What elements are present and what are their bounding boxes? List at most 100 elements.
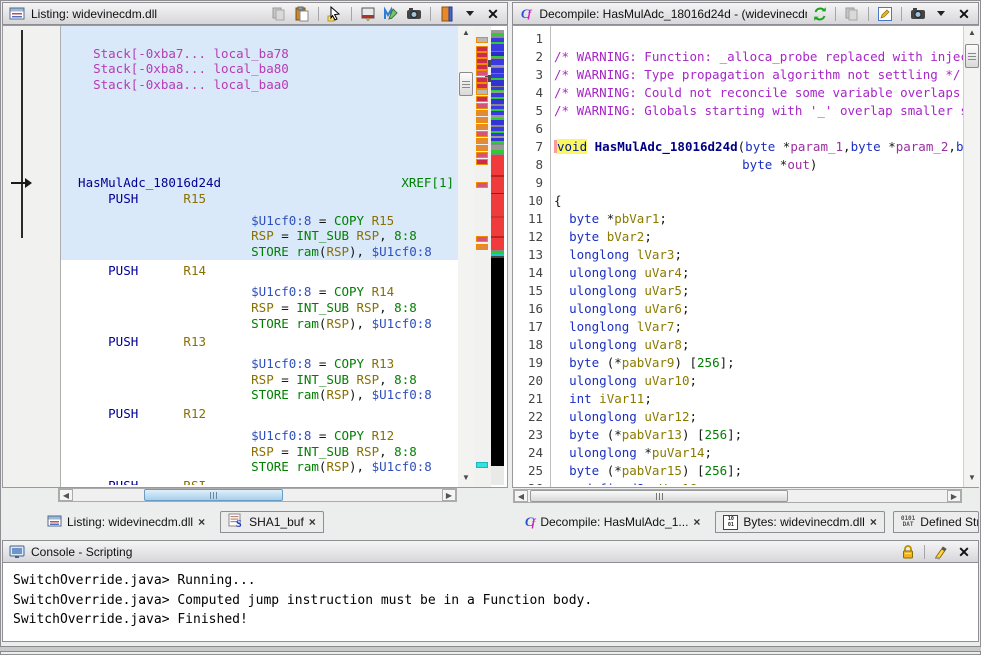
- listing-line[interactable]: Stack[-0xbaa... local_baa0: [61, 77, 458, 93]
- tab-close-icon[interactable]: ×: [870, 516, 877, 528]
- decompile-line[interactable]: 10{: [513, 192, 963, 210]
- listing-line[interactable]: $U1cf0:8 = COPY R13: [61, 356, 458, 372]
- copy-icon[interactable]: [843, 5, 861, 23]
- bookmark-marker[interactable]: [476, 159, 488, 165]
- listing-line[interactable]: RSP = INT_SUB RSP, 8:8: [61, 300, 458, 316]
- listing-line[interactable]: STORE ram(RSP), $U1cf0:8: [61, 244, 458, 260]
- bookmark-marker[interactable]: [476, 152, 488, 158]
- listing-line[interactable]: [61, 124, 458, 140]
- listing-marker-margin[interactable]: [474, 26, 491, 487]
- tab-decompile[interactable]: Cf Decompile: HasMulAdc_1... ×: [518, 511, 707, 533]
- listing-line[interactable]: [61, 93, 458, 109]
- scroll-down-icon[interactable]: ▼: [458, 474, 474, 482]
- clear-console-icon[interactable]: [932, 543, 950, 561]
- decompile-line[interactable]: 14 ulonglong uVar4;: [513, 264, 963, 282]
- listing-line[interactable]: PUSH R14: [61, 263, 458, 279]
- decompile-line[interactable]: 19 byte (*pabVar9) [256];: [513, 354, 963, 372]
- snapshot-camera-icon[interactable]: [909, 5, 927, 23]
- decompile-line[interactable]: 2/* WARNING: Function: _alloca_probe rep…: [513, 48, 963, 66]
- decompile-line[interactable]: 7void HasMulAdc_18016d24d(byte *param_1,…: [513, 138, 963, 156]
- bookmark-marker[interactable]: [476, 462, 488, 468]
- bookmark-marker[interactable]: [476, 236, 488, 242]
- listing-horizontal-scrollbar[interactable]: ◀ ▶: [58, 488, 457, 502]
- listing-hscroll-thumb[interactable]: [144, 489, 283, 501]
- tab-sha1-buf[interactable]: S SHA1_buf ×: [220, 511, 324, 533]
- bookmark-marker[interactable]: [476, 103, 488, 109]
- decompile-line[interactable]: 15 ulonglong uVar5;: [513, 282, 963, 300]
- program-overview-bar[interactable]: [491, 30, 504, 485]
- copy-icon[interactable]: [270, 5, 288, 23]
- scroll-left-icon[interactable]: ◀: [514, 490, 528, 502]
- scroll-left-icon[interactable]: ◀: [59, 489, 73, 501]
- listing-scroll-thumb[interactable]: [459, 72, 473, 96]
- tab-close-icon[interactable]: ×: [693, 516, 700, 528]
- listing-line[interactable]: HasMulAdc_18016d24dXREF[1]: [61, 175, 458, 191]
- program-tree-icon[interactable]: [438, 5, 456, 23]
- listing-line[interactable]: PUSH R12: [61, 406, 458, 422]
- close-icon[interactable]: ✕: [484, 5, 502, 23]
- decompile-line[interactable]: 25 byte (*pabVar15) [256];: [513, 462, 963, 480]
- decompile-line[interactable]: 3/* WARNING: Type propagation algorithm …: [513, 66, 963, 84]
- listing-line[interactable]: STORE ram(RSP), $U1cf0:8: [61, 316, 458, 332]
- bookmark-marker[interactable]: [476, 138, 488, 144]
- console-panel-header[interactable]: Console - Scripting ✕: [2, 540, 979, 563]
- refresh-icon[interactable]: [812, 5, 828, 23]
- decompile-line[interactable]: 17 longlong lVar7;: [513, 318, 963, 336]
- select-cursor-icon[interactable]: [326, 5, 344, 23]
- diff-view-icon[interactable]: [382, 5, 400, 23]
- listing-line[interactable]: RSP = INT_SUB RSP, 8:8: [61, 372, 458, 388]
- listing-vertical-scrollbar[interactable]: ▲ ▼: [458, 26, 474, 487]
- bookmark-marker[interactable]: [476, 131, 488, 137]
- decompile-line[interactable]: 16 ulonglong uVar6;: [513, 300, 963, 318]
- listing-line[interactable]: [61, 156, 458, 172]
- decompile-line[interactable]: 1: [513, 30, 963, 48]
- decompile-code[interactable]: 12/* WARNING: Function: _alloca_probe re…: [513, 30, 963, 485]
- listing-line[interactable]: PUSH R13: [61, 334, 458, 350]
- listing-line[interactable]: $U1cf0:8 = COPY R14: [61, 284, 458, 300]
- decompile-line[interactable]: 5/* WARNING: Globals starting with '_' o…: [513, 102, 963, 120]
- scroll-right-icon[interactable]: ▶: [947, 490, 961, 502]
- decompile-line[interactable]: 13 longlong lVar3;: [513, 246, 963, 264]
- bookmark-marker[interactable]: [476, 96, 488, 102]
- listing-line[interactable]: RSP = INT_SUB RSP, 8:8: [61, 228, 458, 244]
- decompile-line[interactable]: 12 byte bVar2;: [513, 228, 963, 246]
- decompile-vertical-scrollbar[interactable]: ▲ ▼: [963, 26, 980, 487]
- tab-close-icon[interactable]: ×: [309, 516, 316, 528]
- decompile-line[interactable]: 8 byte *out): [513, 156, 963, 174]
- listing-line[interactable]: [61, 140, 458, 156]
- decompile-line[interactable]: 9: [513, 174, 963, 192]
- decompile-line[interactable]: 23 byte (*pabVar13) [256];: [513, 426, 963, 444]
- decompile-line[interactable]: 21 int iVar11;: [513, 390, 963, 408]
- listing-line[interactable]: PUSH RSI: [61, 478, 458, 485]
- tab-defined-strings[interactable]: 0101DAT Defined Strings: [893, 511, 979, 533]
- bookmark-marker[interactable]: [476, 117, 488, 123]
- snapshot-camera-icon[interactable]: [405, 5, 423, 23]
- bookmark-marker[interactable]: [476, 145, 488, 151]
- listing-line[interactable]: Stack[-0xba7... local_ba78: [61, 46, 458, 62]
- listing-line[interactable]: Stack[-0xba8... local_ba80: [61, 61, 458, 77]
- decompile-line[interactable]: 18 ulonglong uVar8;: [513, 336, 963, 354]
- bookmark-marker[interactable]: [476, 89, 488, 95]
- toggle-margin-icon[interactable]: [359, 5, 377, 23]
- tab-close-icon[interactable]: ×: [198, 516, 205, 528]
- bookmark-marker[interactable]: [476, 244, 488, 250]
- scroll-lock-icon[interactable]: [899, 543, 917, 561]
- decompile-line[interactable]: 24 ulonglong *puVar14;: [513, 444, 963, 462]
- edit-icon[interactable]: [876, 5, 894, 23]
- decompile-horizontal-scrollbar[interactable]: ◀ ▶: [513, 489, 962, 503]
- listing-line[interactable]: RSP = INT_SUB RSP, 8:8: [61, 444, 458, 460]
- decompile-hscroll-thumb[interactable]: [530, 490, 788, 502]
- decompile-panel-header[interactable]: Cf Decompile: HasMulAdc_18016d24d - (wid…: [512, 2, 979, 25]
- scroll-up-icon[interactable]: ▲: [964, 29, 980, 37]
- listing-line[interactable]: [61, 30, 458, 46]
- scroll-up-icon[interactable]: ▲: [458, 29, 474, 37]
- tab-listing[interactable]: Listing: widevinecdm.dll ×: [40, 511, 212, 533]
- bookmark-marker[interactable]: [476, 124, 488, 130]
- console-output[interactable]: SwitchOverride.java> Running...SwitchOve…: [2, 562, 979, 642]
- listing-line[interactable]: PUSH R15: [61, 191, 458, 207]
- bookmark-marker[interactable]: [476, 110, 488, 116]
- listing-panel-header[interactable]: Listing: widevinecdm.dll ✕: [2, 2, 508, 25]
- dropdown-arrow-icon[interactable]: [932, 5, 950, 23]
- listing-line[interactable]: [61, 108, 458, 124]
- decompile-line[interactable]: 20 ulonglong uVar10;: [513, 372, 963, 390]
